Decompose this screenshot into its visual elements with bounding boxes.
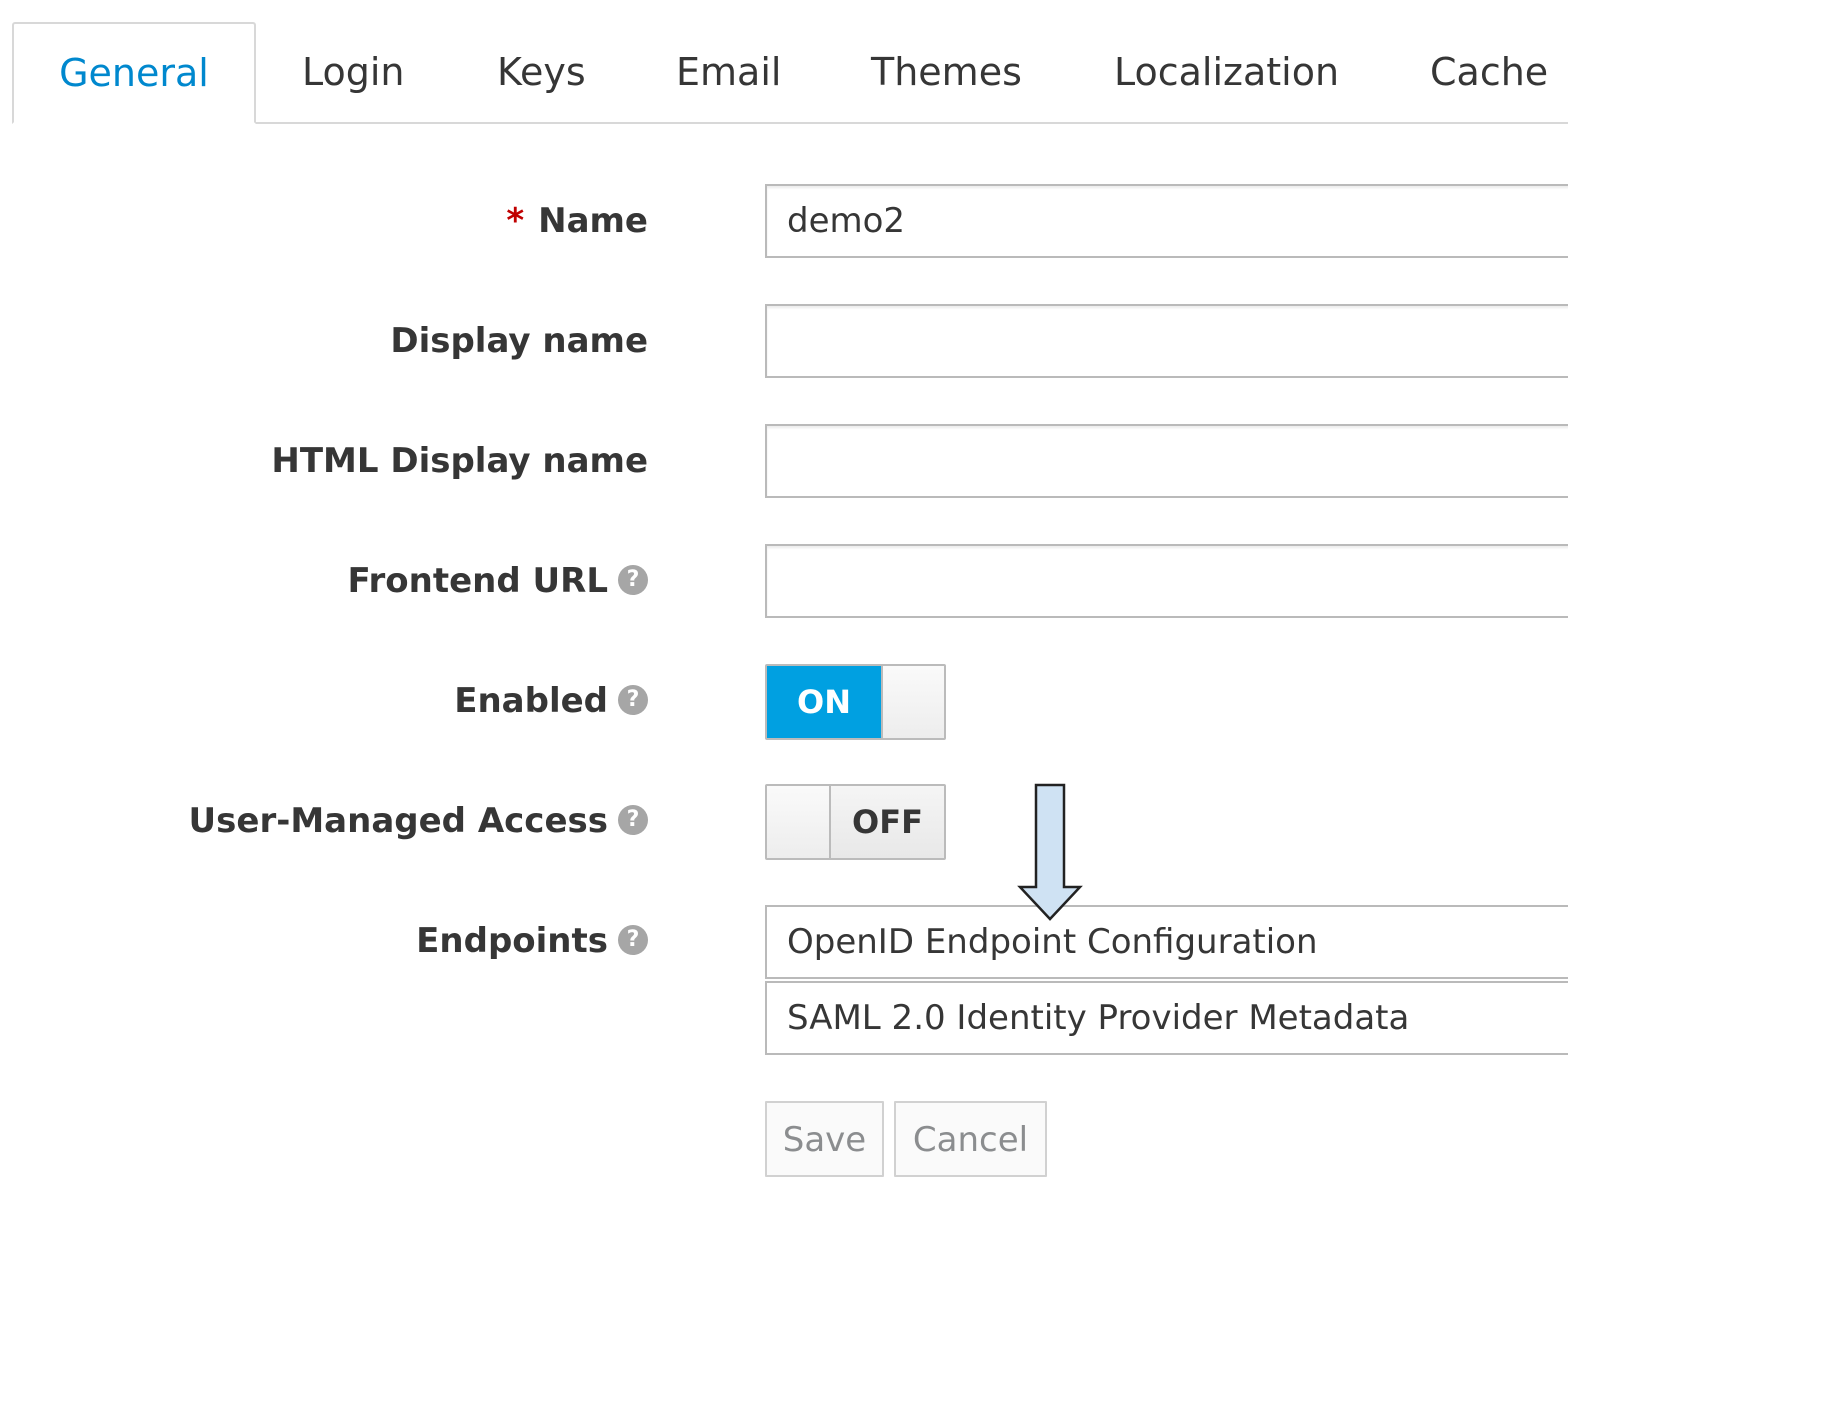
name-label: * Name	[506, 183, 648, 259]
tab-email[interactable]: Email	[676, 22, 781, 122]
user-managed-access-label: User-Managed Access?	[189, 783, 648, 859]
user-managed-access-toggle-state: OFF	[831, 786, 944, 858]
html-display-name-label: HTML Display name	[271, 441, 648, 481]
tab-cache[interactable]: Cache	[1430, 22, 1548, 122]
tab-localization[interactable]: Localization	[1114, 22, 1339, 122]
endpoints-label: Endpoints?	[416, 903, 648, 979]
tab-keys[interactable]: Keys	[497, 22, 586, 122]
frontend-url-input[interactable]	[765, 544, 1568, 618]
html-display-name-input[interactable]	[765, 424, 1568, 498]
name-input[interactable]	[765, 184, 1568, 258]
toggle-handle	[767, 786, 831, 858]
question-circle-icon[interactable]: ?	[618, 684, 648, 715]
tab-bar: General Login Keys Email Themes Localiza…	[0, 0, 1568, 124]
enabled-toggle-state: ON	[767, 666, 881, 738]
save-button[interactable]: Save	[765, 1101, 884, 1177]
saml-metadata-link[interactable]: SAML 2.0 Identity Provider Metadata	[765, 981, 1568, 1055]
enabled-label-text: Enabled	[454, 681, 608, 721]
down-arrow-annotation-icon	[1017, 783, 1083, 921]
endpoints-label-text: Endpoints	[416, 921, 608, 961]
openid-endpoint-link[interactable]: OpenID Endpoint Configuration	[765, 905, 1568, 979]
tab-login[interactable]: Login	[302, 22, 405, 122]
display-name-label: Display name	[390, 321, 648, 361]
enabled-label: Enabled?	[454, 663, 648, 739]
toggle-handle	[881, 666, 944, 738]
required-marker: *	[506, 201, 525, 241]
tab-themes[interactable]: Themes	[871, 22, 1022, 122]
cancel-button[interactable]: Cancel	[894, 1101, 1047, 1177]
frontend-url-label: Frontend URL?	[347, 543, 648, 619]
question-circle-icon[interactable]: ?	[618, 804, 648, 835]
question-circle-icon[interactable]: ?	[618, 564, 648, 595]
enabled-toggle[interactable]: ON	[765, 664, 946, 740]
display-name-input[interactable]	[765, 304, 1568, 378]
user-managed-access-toggle[interactable]: OFF	[765, 784, 946, 860]
user-managed-access-label-text: User-Managed Access	[188, 801, 608, 841]
frontend-url-label-text: Frontend URL	[347, 561, 608, 601]
question-circle-icon[interactable]: ?	[618, 924, 648, 955]
name-label-text: Name	[538, 201, 648, 241]
realm-settings-page: General Login Keys Email Themes Localiza…	[0, 0, 1568, 1402]
tab-general[interactable]: General	[12, 22, 256, 124]
